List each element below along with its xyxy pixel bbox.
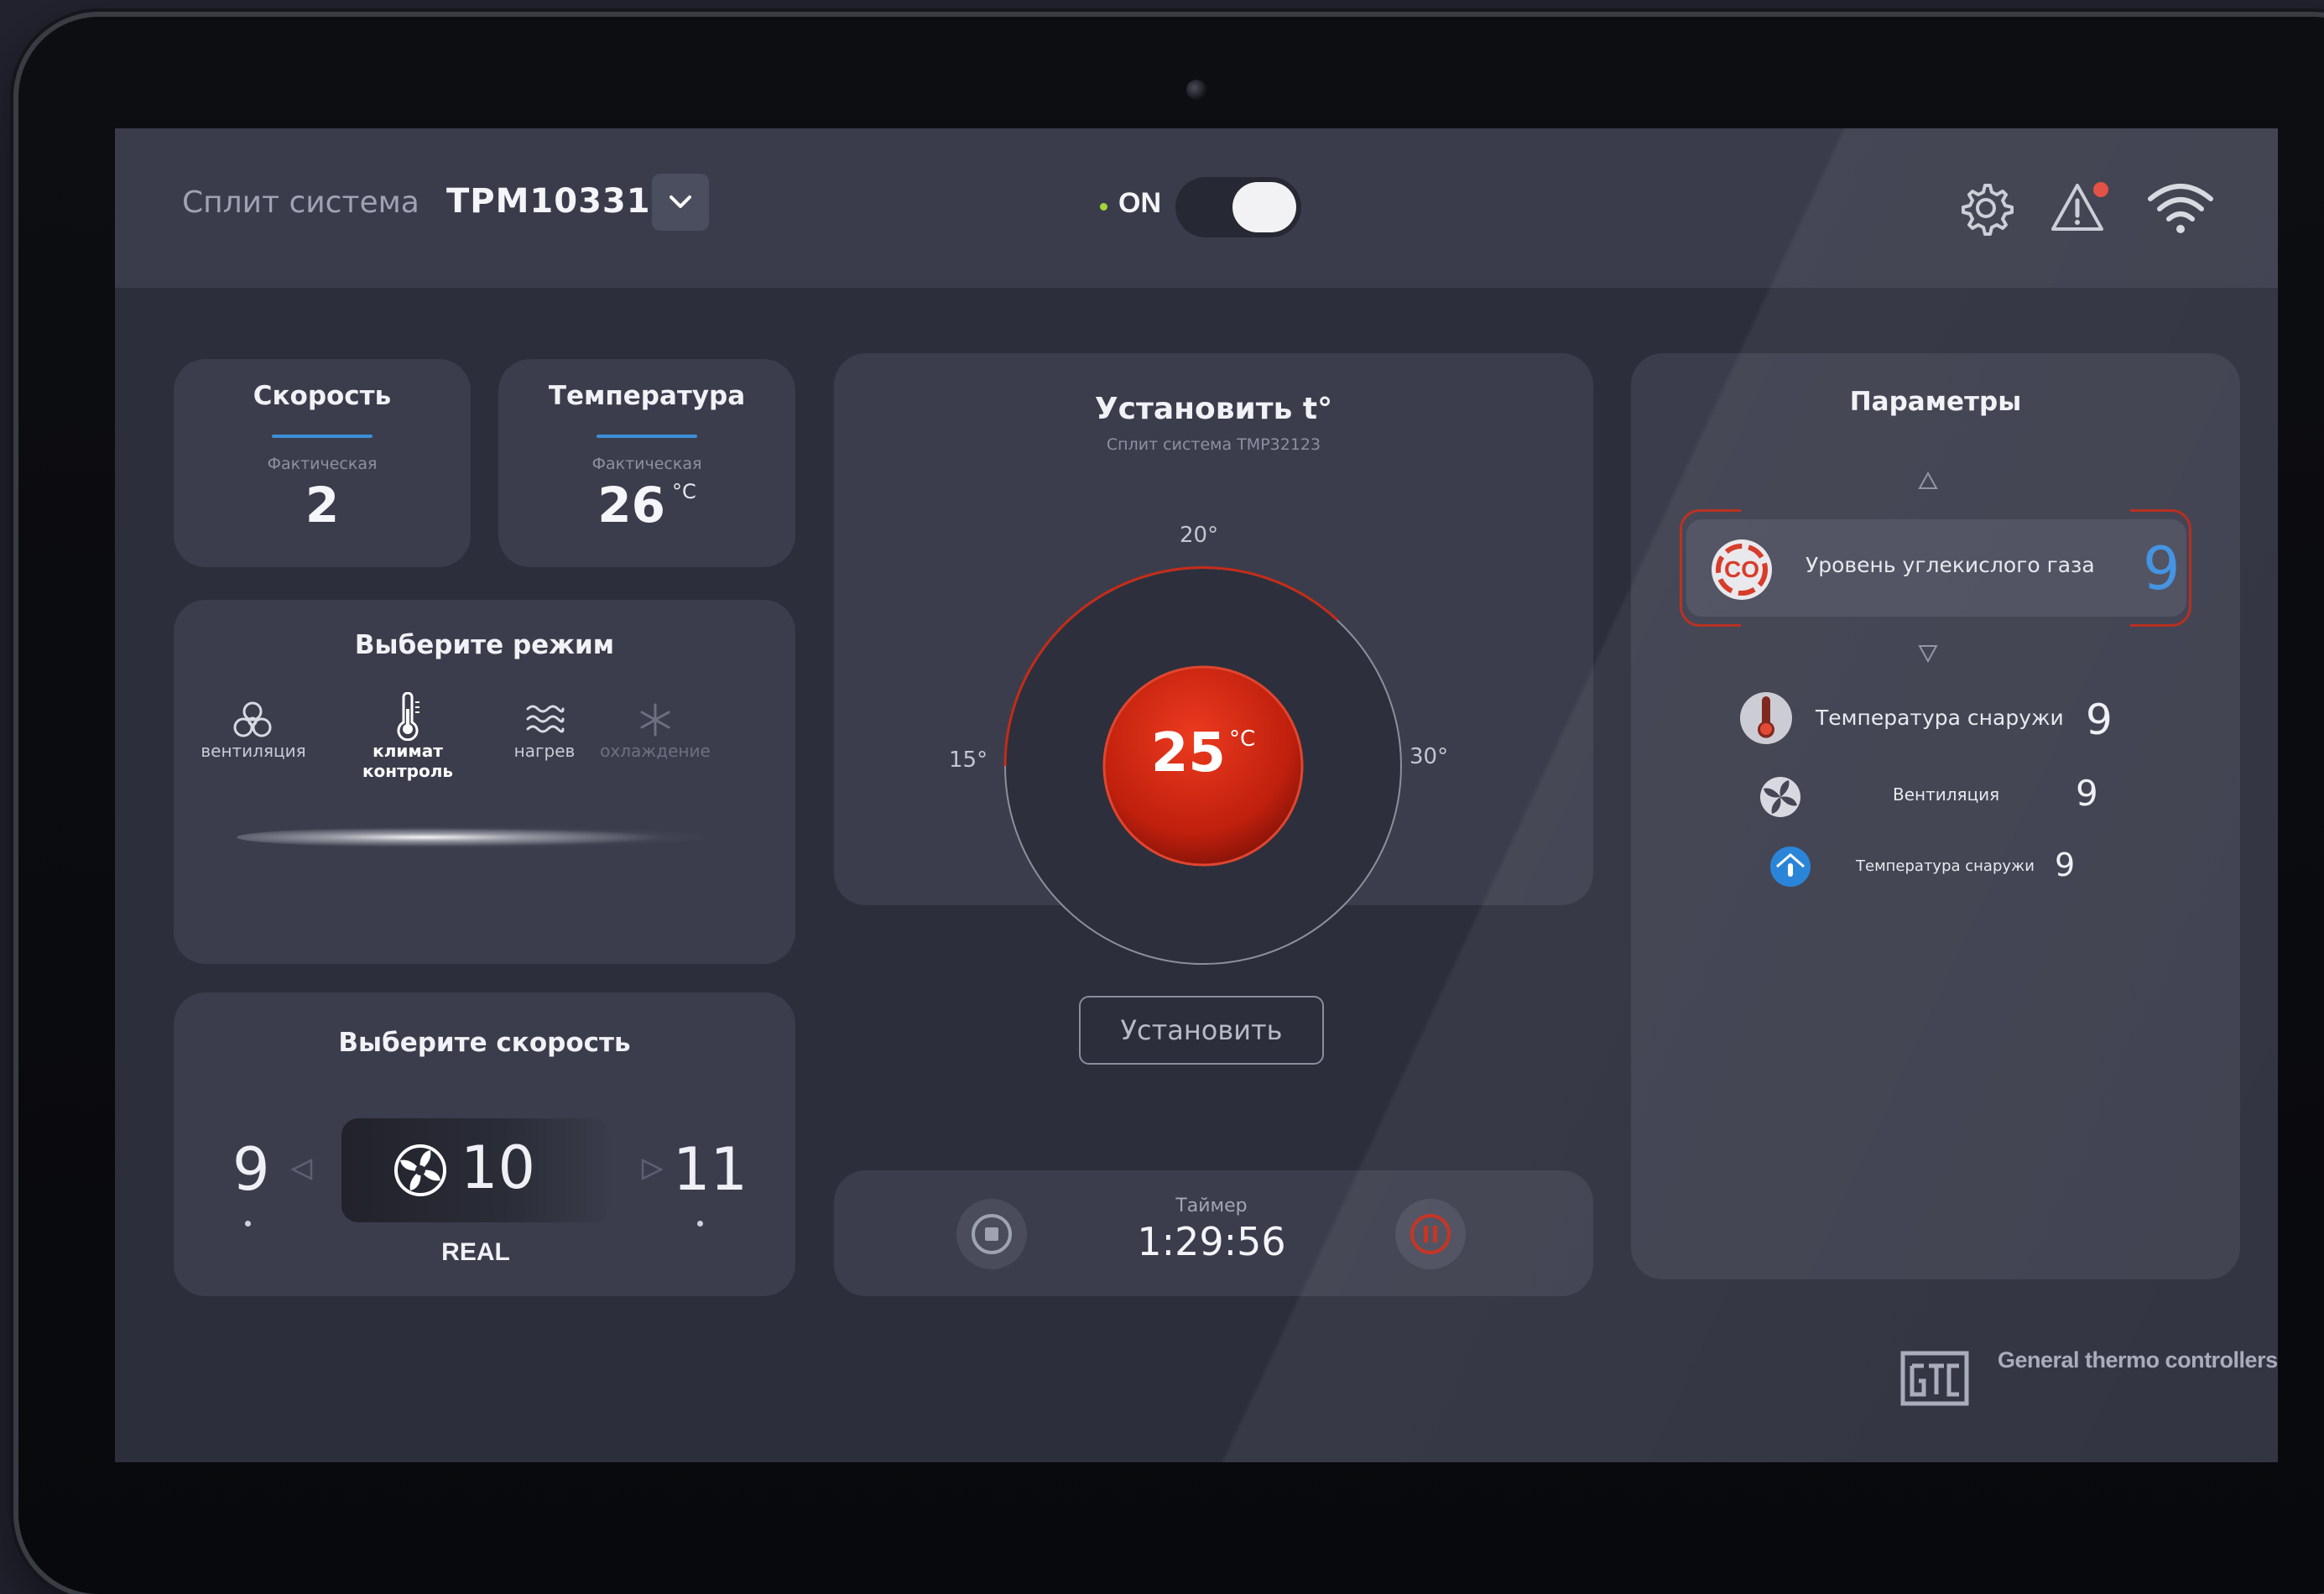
- co2-icon: CO: [1712, 539, 1772, 600]
- set-temperature-card: Установить t° Сплит система TMP32123 20°…: [834, 353, 1593, 1065]
- front-camera: [1186, 80, 1206, 100]
- thermometer-outside-icon: [1740, 692, 1792, 744]
- fan-speed-card-title: Выберите скорость: [338, 1028, 631, 1058]
- selected-parameter-label: Уровень углекислого газа: [1806, 553, 2095, 577]
- temperature-card: Температура Фактическая 26 °C: [498, 359, 795, 567]
- parameter-value: 9: [2076, 773, 2098, 814]
- mode-card: Выберите режим вентиляция климат контрол…: [174, 600, 795, 1018]
- mode-cooling-label: охлаждение: [600, 741, 711, 761]
- temperature-card-title: Температура: [548, 381, 746, 411]
- speed-mode-label: REAL: [441, 1238, 510, 1266]
- mode-ventilation-label: вентиляция: [201, 741, 306, 761]
- top-bar: Сплит система TPM10331 ON: [115, 128, 2278, 288]
- snowflake-icon: [640, 703, 670, 737]
- fan-icon: [394, 1144, 446, 1196]
- app-screen: Сплит система TPM10331 ON Скорость Факти…: [115, 128, 2278, 1462]
- system-label: Сплит система: [182, 185, 419, 220]
- selected-parameter-value: 9: [2143, 534, 2181, 603]
- pause-icon[interactable]: [1394, 1198, 1467, 1270]
- parameter-label: Температура снаружи: [1856, 857, 2035, 875]
- set-temperature-value: 25: [1150, 722, 1226, 784]
- parameter-value: 9: [2086, 695, 2113, 744]
- timer-label: Таймер: [1175, 1196, 1248, 1216]
- stop-icon[interactable]: [956, 1198, 1028, 1270]
- speed-current-value: 10: [461, 1133, 536, 1202]
- house-temperature-icon: [1770, 846, 1811, 887]
- parameter-label: Вентиляция: [1893, 784, 2000, 805]
- fan-speed-card: Выберите скорость 9 10 11 REAL: [174, 992, 795, 1296]
- timer-card: Таймер 1:29:56: [834, 1170, 1593, 1296]
- alert-badge: [2093, 182, 2108, 197]
- speed-card-sublabel: Фактическая: [267, 455, 378, 473]
- wifi-icon[interactable]: [2145, 179, 2216, 237]
- scroll-down-icon[interactable]: [1917, 643, 1939, 664]
- speed-prev-value[interactable]: 9: [232, 1135, 270, 1204]
- parameters-card: Параметры CO Уровень углекислого газа 9: [1631, 353, 2240, 1279]
- mode-card-title: Выберите режим: [354, 630, 615, 660]
- speed-card-title: Скорость: [253, 381, 392, 411]
- mode-climate-control-label: климат контроль: [362, 741, 454, 781]
- scroll-up-icon[interactable]: [1917, 471, 1939, 491]
- parameter-label: Температура снаружи: [1816, 706, 2064, 730]
- speed-actual-value: 2: [305, 477, 340, 534]
- gear-icon[interactable]: [1957, 179, 2015, 237]
- set-temperature-subtitle: Сплит система TMP32123: [1106, 435, 1321, 454]
- power-indicator-dot: [1100, 203, 1107, 211]
- selected-parameter-row[interactable]: CO Уровень углекислого газа 9: [1680, 509, 2191, 627]
- scale-label-left: 15°: [949, 748, 988, 773]
- fan-icon: [1760, 777, 1800, 817]
- parameters-title: Параметры: [1849, 387, 2022, 417]
- scale-label-top: 20°: [1180, 523, 1219, 548]
- set-temperature-title: Установить t°: [1094, 392, 1333, 426]
- temperature-actual-reading: 26 °C: [498, 477, 795, 534]
- system-model: TPM10331: [446, 182, 651, 221]
- brand-name: General thermo controllers: [1998, 1347, 2278, 1373]
- speed-card: Скорость Фактическая 2: [174, 359, 471, 567]
- speed-next-dot: [697, 1221, 703, 1227]
- temperature-unit: °C: [671, 480, 696, 503]
- model-dropdown-button[interactable]: [652, 174, 709, 231]
- fan-outline-icon: [233, 701, 272, 737]
- chevron-down-icon: [670, 195, 691, 208]
- heat-waves-icon: [526, 705, 565, 733]
- timer-time: 1:29:56: [1137, 1219, 1286, 1264]
- set-temperature-button[interactable]: Установить: [1079, 996, 1324, 1065]
- power-state-label: ON: [1118, 187, 1161, 219]
- speed-prev-dot: [245, 1221, 251, 1227]
- speed-next-value[interactable]: 11: [673, 1135, 748, 1204]
- temperature-card-sublabel: Фактическая: [591, 455, 702, 473]
- tablet-frame: Сплит система TPM10331 ON Скорость Факти…: [18, 17, 2324, 1594]
- set-temperature-unit: °C: [1228, 727, 1256, 752]
- set-temperature-readout: 25 °C: [1119, 722, 1287, 784]
- arrow-right-icon[interactable]: [639, 1157, 664, 1182]
- thermometer-icon: [397, 692, 419, 741]
- mode-slider-track[interactable]: [237, 826, 706, 848]
- parameter-value: 9: [2055, 846, 2076, 883]
- svg-text:CO: CO: [1724, 556, 1759, 582]
- temperature-actual-value: 26: [597, 477, 665, 534]
- brand-logo-icon: [1900, 1351, 1969, 1406]
- arrow-left-icon[interactable]: [289, 1157, 315, 1182]
- scale-label-right: 30°: [1410, 744, 1449, 769]
- temperature-card-underline: [597, 435, 697, 438]
- power-toggle-knob[interactable]: [1232, 182, 1296, 232]
- speed-card-underline: [272, 435, 373, 438]
